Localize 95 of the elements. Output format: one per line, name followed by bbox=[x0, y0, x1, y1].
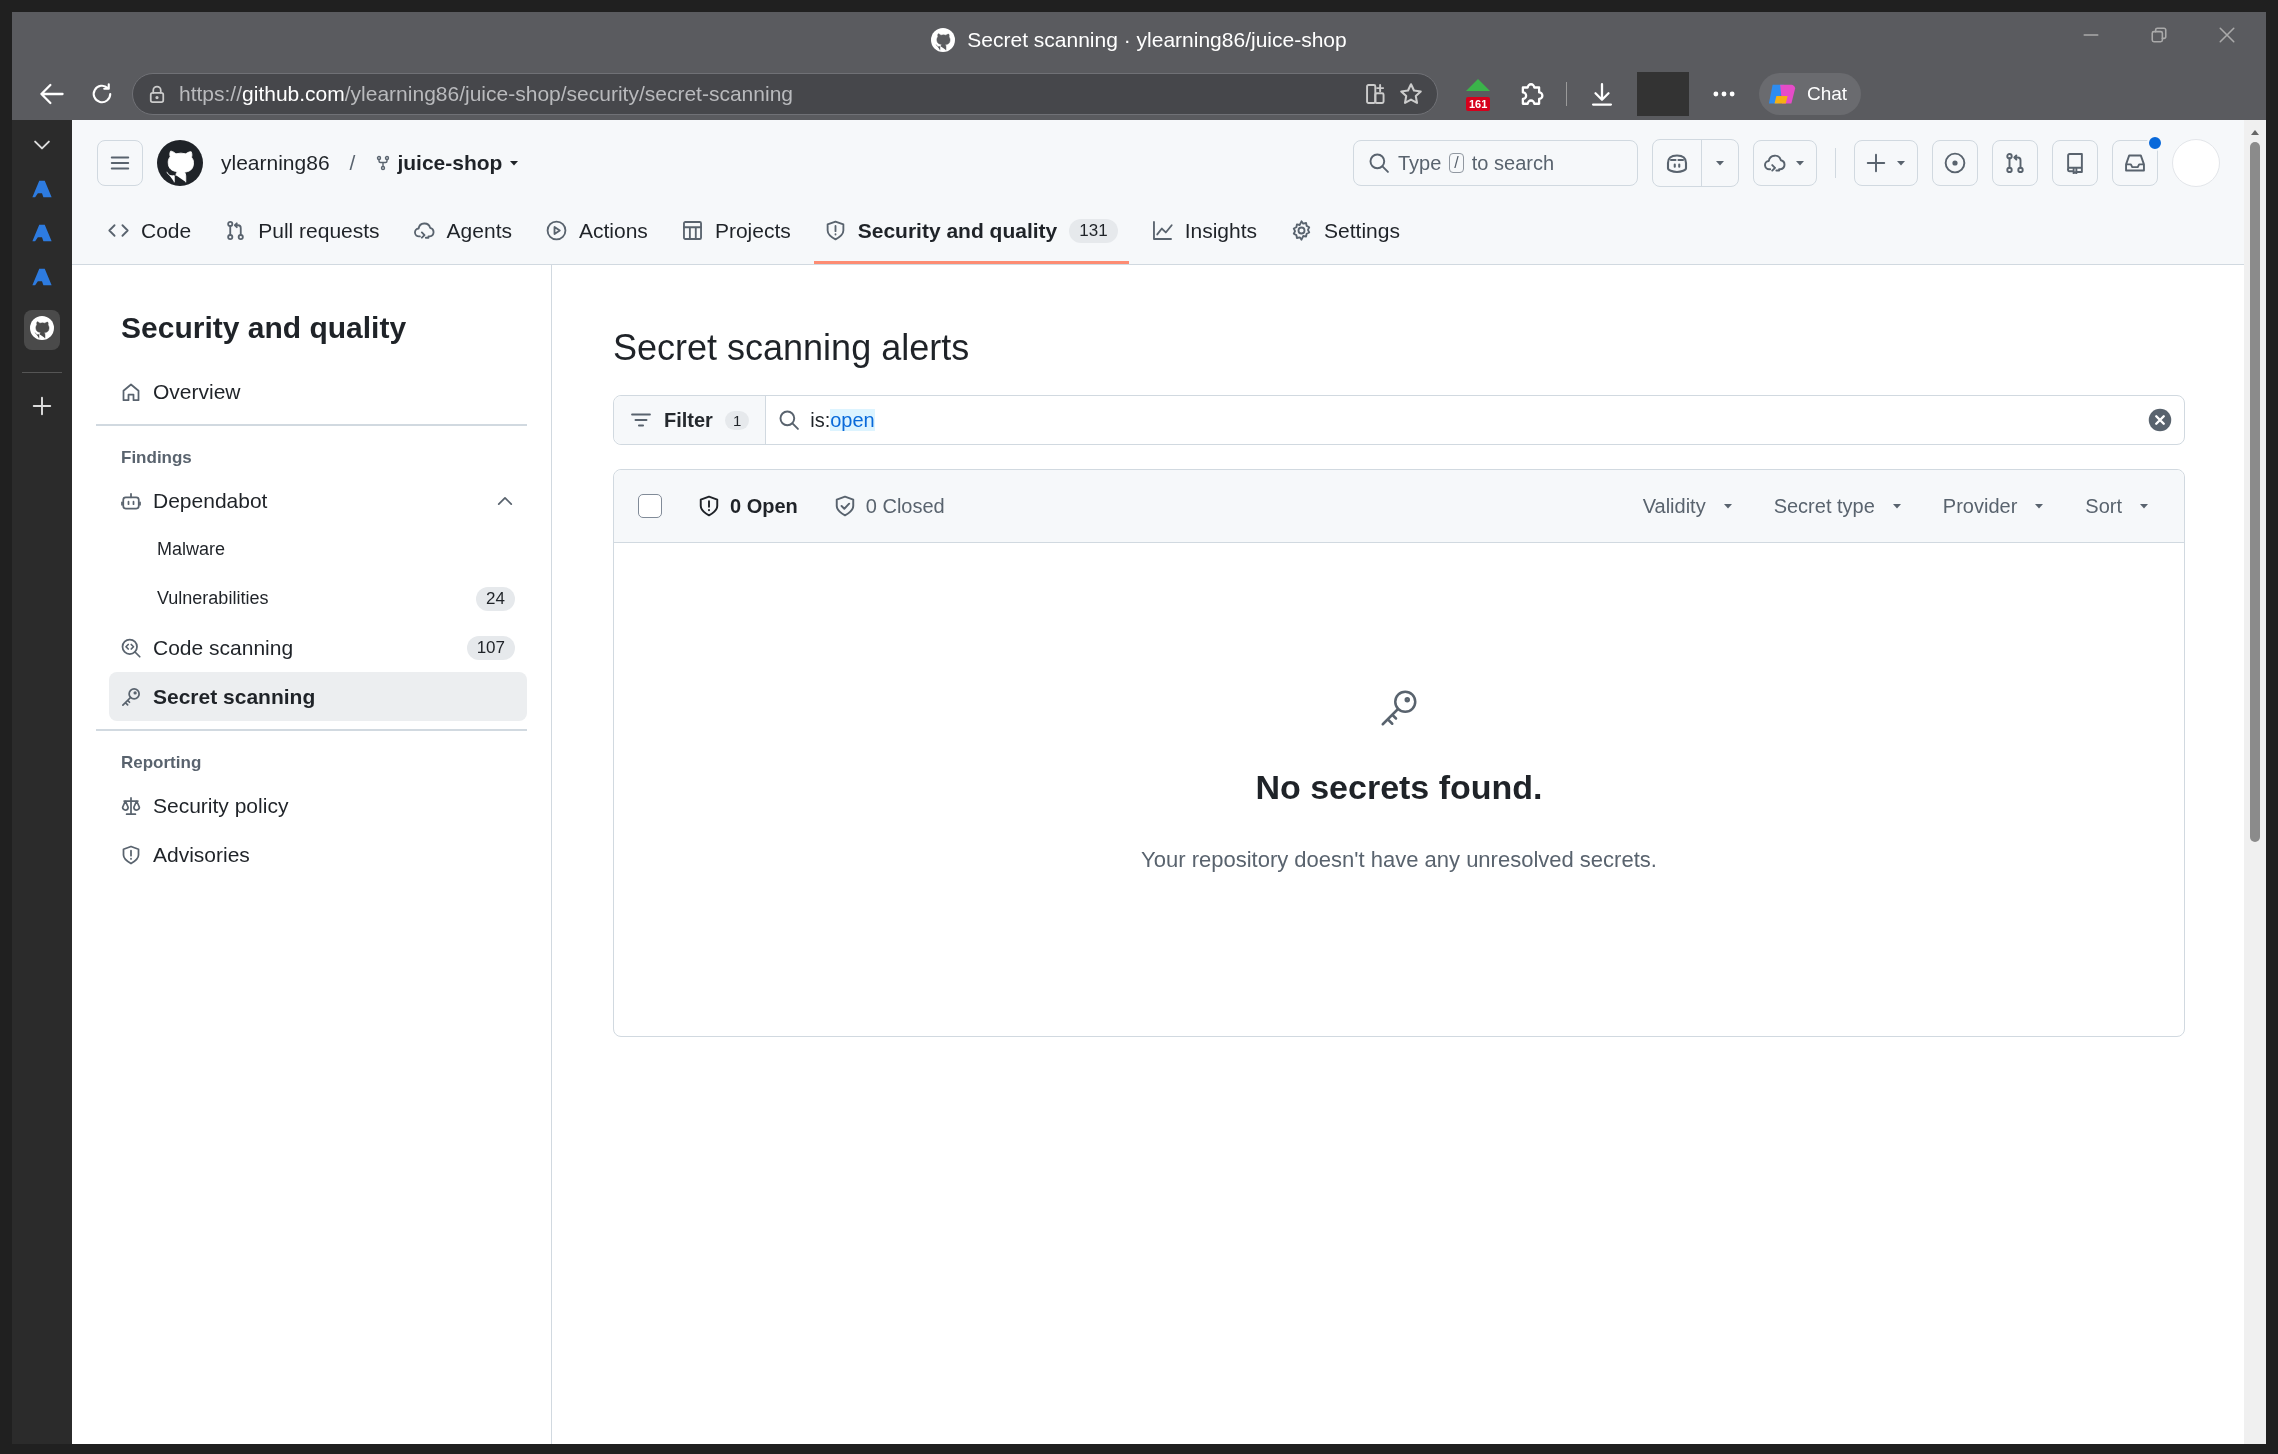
shield-icon bbox=[121, 844, 141, 865]
address-bar[interactable]: https://github.com/ylearning86/juice-shop/security/secret-scanning bbox=[132, 73, 1438, 115]
lock-icon bbox=[147, 84, 167, 104]
shield-check-icon bbox=[833, 495, 856, 517]
extension-button[interactable]: 161 bbox=[1466, 77, 1496, 111]
github-logo-icon bbox=[157, 140, 203, 186]
star-icon[interactable] bbox=[1399, 82, 1423, 106]
sidebar-item[interactable]: Vulnerabilities 24 bbox=[109, 574, 527, 623]
scale-icon bbox=[121, 795, 141, 816]
issues-button[interactable] bbox=[1932, 140, 1978, 186]
pull-request-icon bbox=[2004, 152, 2026, 174]
nav-tab[interactable]: Insights bbox=[1140, 200, 1269, 264]
sidebar-item[interactable]: Secret scanning bbox=[109, 672, 527, 721]
arrow-icon bbox=[1466, 79, 1490, 91]
cloud-icon bbox=[413, 220, 435, 241]
empty-state-description: Your repository doesn't have any unresolved secrets. bbox=[1141, 847, 1657, 873]
sidebar-title: Security and quality bbox=[121, 311, 408, 345]
back-arrow-icon[interactable] bbox=[39, 81, 65, 107]
create-button[interactable] bbox=[1854, 140, 1918, 186]
search-icon bbox=[1368, 152, 1390, 174]
code-scan-icon bbox=[121, 637, 141, 658]
nav-tab[interactable]: Security and quality 131 bbox=[813, 200, 1129, 264]
nav-tab[interactable]: Code bbox=[97, 200, 203, 264]
plus-icon[interactable] bbox=[31, 395, 53, 417]
fork-icon bbox=[375, 155, 392, 171]
state-filter[interactable]: 0 Closed bbox=[833, 494, 945, 518]
home-icon bbox=[121, 381, 141, 402]
chat-button[interactable]: Chat bbox=[1759, 73, 1862, 115]
github-logo-icon bbox=[30, 316, 54, 340]
gear-icon bbox=[1291, 220, 1313, 241]
count-badge: 107 bbox=[466, 635, 515, 660]
sidebar-item[interactable]: Dependabot bbox=[109, 476, 527, 525]
pull-request-icon bbox=[225, 220, 247, 241]
nav-tab[interactable]: Pull requests bbox=[214, 200, 391, 264]
triangle-icon[interactable] bbox=[31, 266, 53, 288]
robot-icon bbox=[121, 490, 141, 511]
nav-tab[interactable]: Settings bbox=[1280, 200, 1411, 264]
page-title: Secret scanning alerts bbox=[613, 327, 971, 369]
section-heading: Reporting bbox=[121, 753, 203, 773]
menu-button[interactable] bbox=[97, 140, 143, 186]
sidebar-item[interactable]: Advisories bbox=[109, 830, 527, 879]
copilot-button[interactable] bbox=[1652, 139, 1739, 187]
dropdown-button[interactable]: Provider bbox=[1942, 494, 2046, 518]
search-field[interactable]: Type / to search bbox=[1353, 140, 1638, 186]
dropdown-button[interactable]: Sort bbox=[2085, 494, 2150, 518]
book-icon bbox=[2064, 152, 2086, 174]
scrollbar-thumb[interactable] bbox=[2250, 142, 2260, 842]
shield-icon bbox=[824, 220, 846, 241]
pull-requests-button[interactable] bbox=[1992, 140, 2038, 186]
extension-badge: 161 bbox=[1466, 97, 1491, 111]
dropdown-button[interactable]: Validity bbox=[1642, 494, 1734, 518]
section-heading: Findings bbox=[121, 448, 193, 468]
empty-state-title: No secrets found. bbox=[1255, 768, 1543, 807]
key-icon bbox=[1379, 688, 1419, 728]
triangle-icon[interactable] bbox=[31, 178, 53, 200]
agents-button[interactable] bbox=[1753, 140, 1817, 186]
dropdown-button[interactable]: Secret type bbox=[1773, 494, 1903, 518]
inbox-button[interactable] bbox=[2112, 140, 2158, 186]
restore-icon[interactable] bbox=[2150, 26, 2168, 44]
github-logo-icon bbox=[931, 28, 956, 52]
graph-icon bbox=[1151, 220, 1173, 241]
table-icon bbox=[681, 220, 703, 241]
shortcut-key: / bbox=[1449, 153, 1464, 173]
issue-icon bbox=[1944, 152, 1966, 174]
count-badge: 131 bbox=[1069, 218, 1118, 243]
count-badge: 24 bbox=[476, 586, 515, 611]
sidebar-item[interactable]: Overview bbox=[109, 367, 527, 416]
nav-tab[interactable]: Agents bbox=[402, 200, 523, 264]
nav-tab[interactable]: Actions bbox=[535, 200, 659, 264]
window-title: Secret scanning · ylearning86/juice-shop bbox=[967, 28, 1347, 52]
sidebar-item[interactable]: Malware bbox=[109, 525, 527, 574]
reload-icon[interactable] bbox=[90, 82, 114, 106]
play-icon bbox=[546, 220, 567, 241]
state-filter[interactable]: 0 Open bbox=[698, 494, 798, 518]
path-separator: / bbox=[349, 151, 356, 175]
sidebar-item[interactable]: Code scanning 107 bbox=[109, 623, 527, 672]
select-all-checkbox[interactable] bbox=[638, 494, 662, 518]
inbox-icon bbox=[2124, 152, 2146, 174]
shield-icon bbox=[698, 495, 720, 517]
scrollbar[interactable] bbox=[2244, 120, 2266, 1444]
key-icon bbox=[121, 686, 141, 707]
sidebar-item[interactable]: Security policy bbox=[109, 781, 527, 830]
plus-icon bbox=[1865, 152, 1887, 174]
split-screen-icon[interactable] bbox=[1365, 83, 1387, 105]
triangle-icon[interactable] bbox=[31, 222, 53, 244]
close-icon[interactable] bbox=[2218, 26, 2236, 44]
repo-link[interactable]: juice-shop bbox=[375, 151, 521, 175]
repositories-button[interactable] bbox=[2052, 140, 2098, 186]
notification-dot bbox=[2147, 135, 2163, 151]
nav-tab[interactable]: Projects bbox=[670, 200, 802, 264]
url-text: https://github.com/ylearning86/juice-shop/security/secret-scanning bbox=[179, 82, 794, 106]
cloud-icon bbox=[1764, 152, 1786, 174]
copilot-icon bbox=[1665, 151, 1689, 175]
owner-link[interactable]: ylearning86 bbox=[221, 151, 330, 175]
download-icon[interactable] bbox=[1589, 81, 1615, 107]
